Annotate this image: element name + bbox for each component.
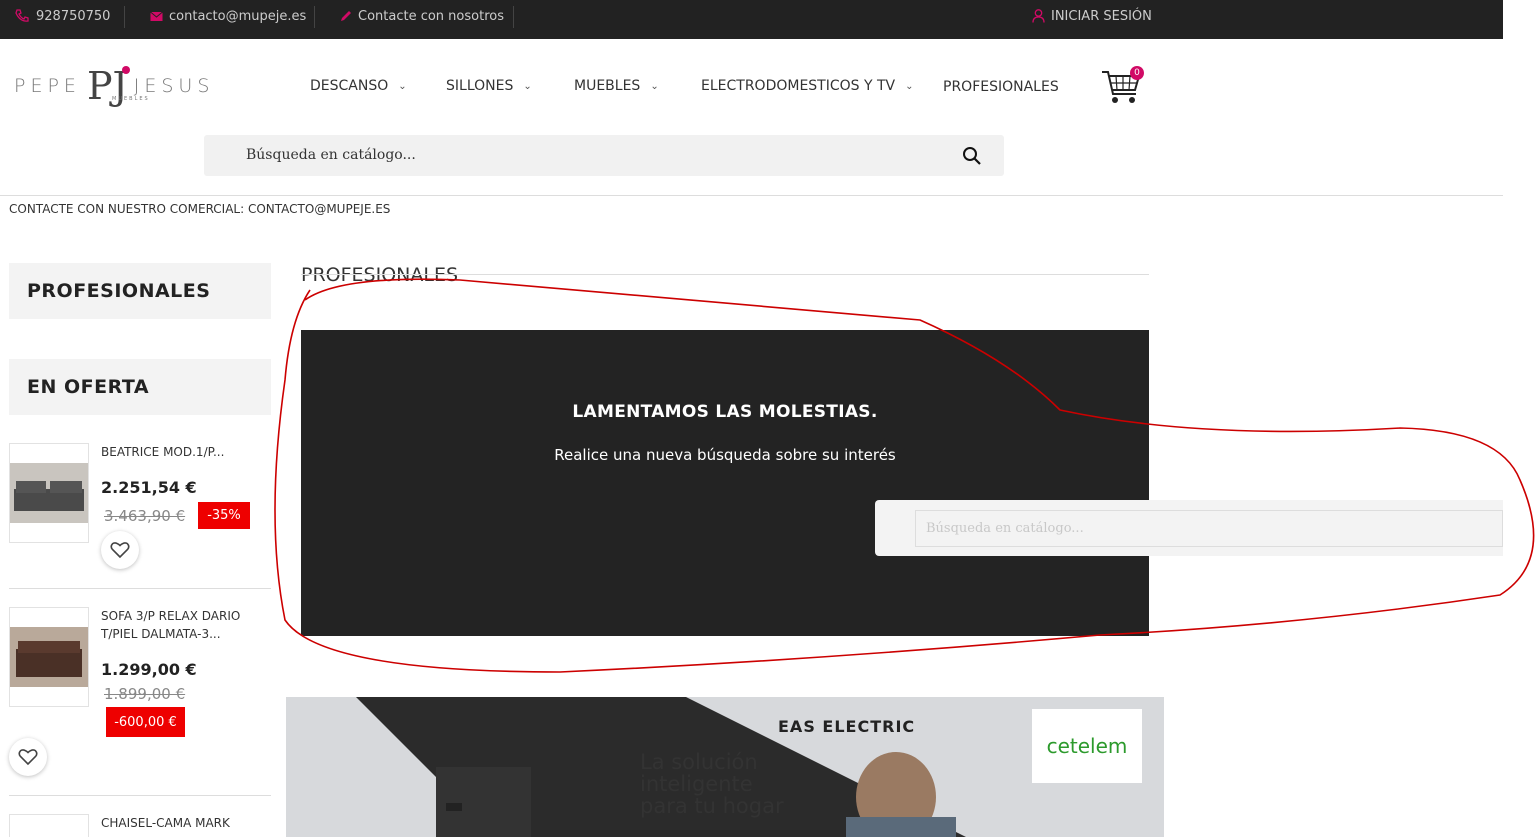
chevron-down-icon: ⌄ (650, 80, 659, 92)
results-search-bar (875, 500, 1503, 556)
promo-banner[interactable]: EAS ELECTRIC La solución inteligente par… (286, 697, 1164, 837)
cetelem-logo: cetelem (1032, 709, 1142, 783)
divider (124, 6, 125, 28)
nav-label: SILLONES (446, 78, 514, 94)
nav-muebles[interactable]: MUEBLES ⌄ (574, 76, 659, 96)
user-icon (1032, 9, 1045, 23)
product-image[interactable] (9, 443, 89, 543)
partner-name: cetelem (1046, 734, 1128, 758)
logo-text-left: PEPE (14, 75, 81, 97)
search-icon[interactable] (962, 146, 982, 166)
envelope-icon (150, 11, 163, 21)
heart-icon (18, 749, 38, 766)
search-placeholder: Búsqueda en catálogo... (246, 147, 416, 163)
divider (513, 6, 514, 28)
product-name[interactable]: BEATRICE MOD.1/P... (101, 443, 251, 461)
nav-label: PROFESIONALES (943, 79, 1059, 95)
sidebar-offers-title: EN OFERTA (9, 359, 271, 415)
email-text: contacto@mupeje.es (169, 8, 307, 24)
product-name[interactable]: CHAISEL-CAMA MARK (101, 814, 251, 832)
product-price: 2.251,54 € (101, 478, 197, 497)
contact-notice: CONTACTE CON NUESTRO COMERCIAL: CONTACTO… (9, 202, 391, 216)
nav-profesionales[interactable]: PROFESIONALES (943, 77, 1059, 97)
no-results-title: LAMENTAMOS LAS MOLESTIAS. (572, 402, 878, 422)
banner-tagline: La solución inteligente para tu hogar (640, 751, 784, 817)
phone-icon (15, 9, 29, 22)
page-title: PROFESIONALES (301, 264, 459, 286)
product-old-price: 3.463,90 € (104, 507, 186, 525)
divider (9, 588, 271, 589)
sofa-image (10, 627, 88, 687)
nav-descanso[interactable]: DESCANSO ⌄ (310, 76, 407, 96)
nav-label: DESCANSO (310, 78, 389, 94)
banner-brand: EAS ELECTRIC (778, 717, 916, 736)
no-results-message: Realice una nueva búsqueda sobre su inte… (554, 446, 896, 464)
product-image[interactable] (9, 814, 89, 837)
sidebar-category-title[interactable]: PROFESIONALES (9, 263, 271, 319)
results-search-input[interactable] (915, 510, 1503, 547)
catalog-search[interactable]: Búsqueda en catálogo... (204, 135, 1004, 176)
tagline-line: para tu hogar (640, 794, 784, 818)
chevron-down-icon: ⌄ (398, 80, 407, 92)
product-name[interactable]: SOFA 3/P RELAX DARIO T/PIEL DALMATA-3... (101, 607, 251, 643)
title-underline (301, 274, 1149, 275)
divider (9, 795, 271, 796)
cart-count-badge: 0 (1130, 66, 1144, 80)
product-price: 1.299,00 € (101, 660, 197, 679)
nav-label: ELECTRODOMESTICOS Y TV (701, 78, 896, 94)
tagline-line: La solución (640, 750, 758, 774)
email-link[interactable]: contacto@mupeje.es (150, 0, 306, 32)
contact-link[interactable]: Contacte con nosotros (340, 0, 504, 32)
nav-sillones[interactable]: SILLONES ⌄ (446, 76, 532, 96)
discount-badge: -600,00 € (106, 707, 185, 737)
top-bar: 928750750 contacto@mupeje.es Contacte co… (0, 0, 1503, 39)
tagline-line: inteligente (640, 772, 753, 796)
logo-subtitle: MUEBLES (112, 96, 150, 102)
wishlist-button[interactable] (101, 531, 139, 569)
login-link[interactable]: INICIAR SESIÓN (1032, 0, 1152, 32)
pencil-icon (341, 11, 351, 21)
header-divider (0, 195, 1503, 196)
site-logo[interactable]: PEPE PJ JESUS MUEBLES (14, 60, 214, 112)
logo-dot (121, 66, 130, 74)
nav-electrodomesticos[interactable]: ELECTRODOMESTICOS Y TV ⌄ (701, 76, 914, 96)
divider (314, 6, 315, 28)
phone-link[interactable]: 928750750 (14, 0, 110, 32)
no-results-panel: LAMENTAMOS LAS MOLESTIAS. Realice una nu… (301, 330, 1149, 636)
logo-text-right: JESUS (133, 75, 215, 97)
sofa-image (10, 463, 88, 523)
chevron-down-icon: ⌄ (905, 80, 914, 92)
nav-label: MUEBLES (574, 78, 641, 94)
login-text: INICIAR SESIÓN (1051, 8, 1152, 24)
discount-badge: -35% (198, 502, 250, 529)
product-image[interactable] (9, 607, 89, 707)
contact-text: Contacte con nosotros (358, 8, 504, 24)
phone-text: 928750750 (36, 8, 111, 24)
heart-icon (110, 542, 130, 559)
product-old-price: 1.899,00 € (104, 685, 186, 703)
chevron-down-icon: ⌄ (523, 80, 532, 92)
wishlist-button[interactable] (9, 738, 47, 776)
